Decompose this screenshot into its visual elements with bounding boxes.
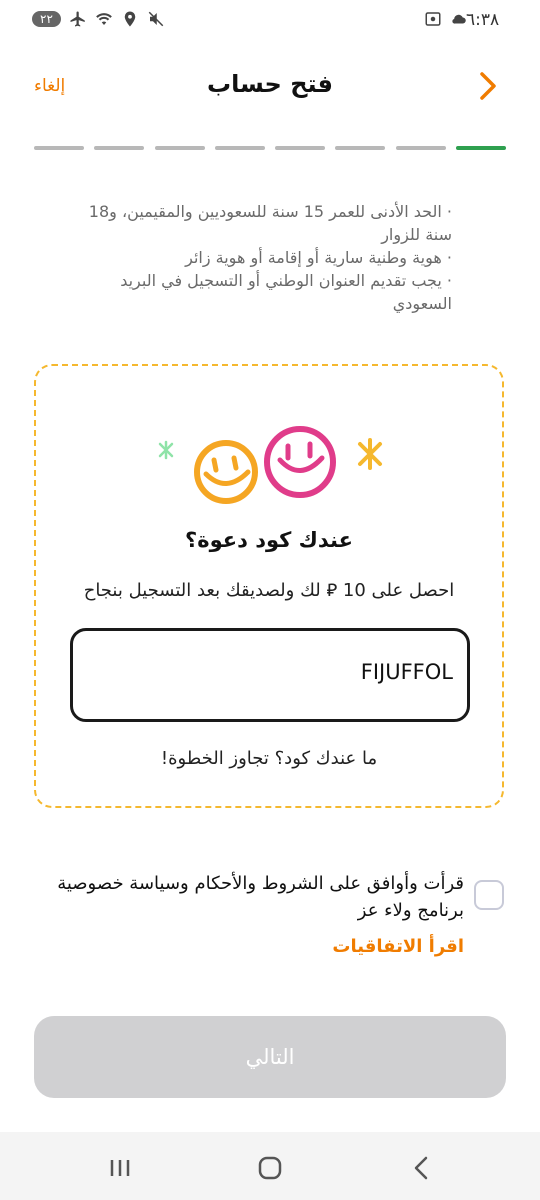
yellow-star-icon bbox=[358, 438, 382, 470]
location-icon bbox=[124, 11, 136, 27]
pink-smiley-icon bbox=[264, 426, 336, 498]
requirement-item: · يجب تقديم العنوان الوطني أو التسجيل في… bbox=[120, 271, 452, 313]
system-navigation-bar bbox=[0, 1132, 540, 1200]
airplane-icon bbox=[70, 11, 85, 27]
app-header: إلغاء فتح حساب bbox=[0, 64, 540, 108]
requirement-item: · الحد الأدنى للعمر 15 سنة للسعوديين وال… bbox=[88, 202, 452, 244]
invite-code-field[interactable] bbox=[70, 628, 470, 722]
mute-icon bbox=[148, 11, 164, 27]
wifi-icon bbox=[96, 13, 112, 25]
progress-segment bbox=[154, 146, 205, 150]
chevron-right-icon[interactable] bbox=[470, 68, 506, 104]
nav-back-icon[interactable] bbox=[406, 1152, 438, 1184]
terms-text: قرأت وأوافق على الشروط والأحكام وسياسة خ… bbox=[57, 873, 464, 921]
recents-icon[interactable] bbox=[104, 1152, 136, 1184]
notification-count-badge: ٢٢ bbox=[32, 11, 61, 27]
progress-segment bbox=[395, 146, 446, 150]
read-agreements-link[interactable]: اقرأ الاتفاقيات bbox=[40, 936, 464, 957]
invite-code-card: عندك كود دعوة؟ احصل على 10 ⃁ لك ولصديقك … bbox=[34, 364, 504, 808]
home-icon[interactable] bbox=[254, 1152, 286, 1184]
invite-subtitle: احصل على 10 ⃁ لك ولصديقك بعد التسجيل بنج… bbox=[83, 580, 455, 601]
green-star-icon bbox=[158, 440, 174, 460]
status-bar: ٢٢ ٦:٣٨ bbox=[0, 0, 540, 42]
invite-code-input[interactable] bbox=[91, 659, 455, 685]
terms-checkbox[interactable] bbox=[474, 880, 504, 910]
requirements-list: · الحد الأدنى للعمر 15 سنة للسعوديين وال… bbox=[60, 200, 452, 315]
next-button[interactable]: التالي bbox=[34, 1016, 506, 1098]
progress-segment bbox=[94, 146, 145, 150]
yellow-smiley-icon bbox=[194, 440, 258, 504]
skip-step-link[interactable]: ما عندك كود؟ تجاوز الخطوة! bbox=[36, 748, 502, 769]
progress-segment bbox=[335, 146, 386, 150]
status-time: ٦:٣٨ bbox=[466, 10, 500, 30]
status-left: ٢٢ bbox=[32, 10, 165, 28]
screenshot-icon bbox=[425, 12, 441, 26]
requirement-item: · هوية وطنية سارية أو إقامة أو هوية زائر bbox=[185, 248, 452, 267]
progress-segment bbox=[214, 146, 265, 150]
progress-segment bbox=[275, 146, 326, 150]
progress-segment-active bbox=[455, 146, 506, 150]
progress-segment bbox=[34, 146, 84, 150]
smiley-faces-illustration bbox=[158, 426, 382, 504]
status-right-icons bbox=[424, 10, 468, 28]
step-progress bbox=[34, 146, 506, 151]
page-title: فتح حساب bbox=[206, 70, 333, 98]
invite-title: عندك كود دعوة؟ bbox=[185, 528, 353, 552]
